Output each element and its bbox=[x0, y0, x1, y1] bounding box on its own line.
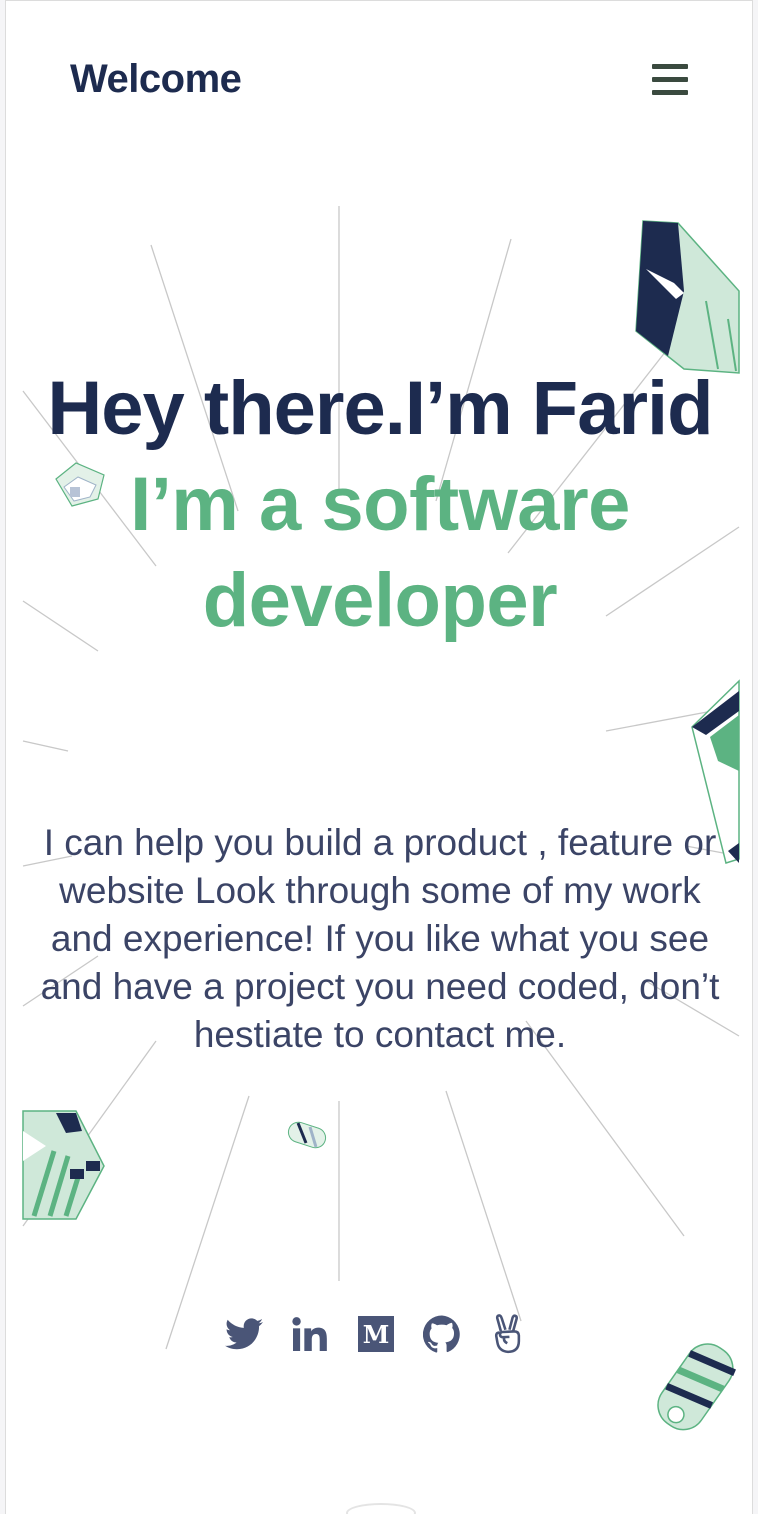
menu-bar-top bbox=[652, 63, 688, 69]
svg-text:M: M bbox=[363, 1320, 390, 1349]
linkedin-icon[interactable] bbox=[290, 1314, 330, 1354]
twitter-icon[interactable] bbox=[224, 1314, 264, 1354]
angellist-icon[interactable] bbox=[488, 1314, 528, 1354]
hero-section: Hey there.I’m Farid I’m a software devel… bbox=[6, 361, 752, 649]
menu-bar-bottom bbox=[652, 89, 688, 95]
github-icon[interactable] bbox=[422, 1314, 462, 1354]
hero-title: Hey there.I’m Farid bbox=[47, 366, 713, 451]
scroll-indicator bbox=[346, 1503, 416, 1514]
intro-paragraph: I can help you build a product , feature… bbox=[40, 822, 720, 1055]
social-links: M bbox=[224, 1309, 528, 1359]
site-brand[interactable]: Welcome bbox=[70, 57, 242, 102]
page: Welcome Hey there.I’m Farid I’m a softwa… bbox=[5, 0, 753, 1514]
hamburger-menu-icon[interactable] bbox=[646, 63, 694, 103]
pill-small-center bbox=[287, 1121, 327, 1149]
hero-subtitle: I’m a software developer bbox=[130, 462, 630, 643]
pill-bottom-right bbox=[657, 1343, 736, 1431]
crystal-bottom-left bbox=[22, 1110, 105, 1220]
medium-icon[interactable]: M bbox=[356, 1314, 396, 1354]
crystal-top-right bbox=[635, 220, 740, 374]
menu-bar-middle bbox=[652, 76, 688, 82]
background-decoration bbox=[22, 206, 740, 1431]
